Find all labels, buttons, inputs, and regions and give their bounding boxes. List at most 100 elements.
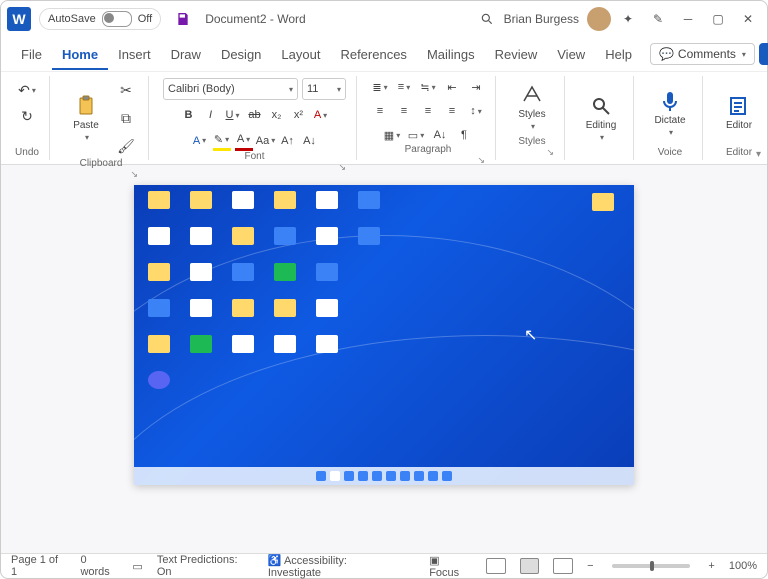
account-name[interactable]: Brian Burgess bbox=[504, 12, 579, 26]
comments-label: Comments bbox=[678, 47, 736, 61]
superscript-button[interactable]: x² bbox=[290, 106, 308, 124]
copy-button[interactable]: ⧉ bbox=[114, 106, 138, 130]
borders-button[interactable]: ▭▾ bbox=[407, 126, 425, 144]
zoom-in-button[interactable]: + bbox=[708, 560, 714, 572]
dictate-button[interactable]: Dictate▾ bbox=[648, 85, 692, 141]
dictionary-icon[interactable]: ▭ bbox=[132, 560, 142, 573]
group-label-paragraph: Paragraph bbox=[405, 144, 452, 155]
diamond-icon[interactable]: ✦ bbox=[615, 6, 641, 32]
tab-home[interactable]: Home bbox=[52, 41, 108, 70]
multilevel-button[interactable]: ≒▾ bbox=[419, 78, 437, 96]
desktop-icon-right bbox=[592, 193, 614, 211]
close-icon[interactable]: ✕ bbox=[735, 6, 761, 32]
document-canvas[interactable]: ↖ bbox=[1, 165, 767, 553]
format-painter-button[interactable]: 🖌 bbox=[114, 134, 138, 158]
focus-mode-button[interactable]: ▣ Focus bbox=[429, 554, 472, 579]
decrease-indent-button[interactable]: ⇤ bbox=[443, 78, 461, 96]
tab-layout[interactable]: Layout bbox=[271, 41, 330, 68]
highlight-button[interactable]: ✎▾ bbox=[213, 130, 231, 151]
comments-button[interactable]: 💬 Comments ▾ bbox=[650, 43, 755, 65]
font-size-select[interactable]: 11▾ bbox=[302, 78, 346, 100]
change-case-button[interactable]: Aa▾ bbox=[257, 132, 275, 150]
show-marks-button[interactable]: ¶ bbox=[455, 126, 473, 144]
text-effects-button[interactable]: A▾ bbox=[312, 106, 330, 124]
share-button[interactable]: ⇪ Share bbox=[759, 43, 768, 65]
bold-button[interactable]: B bbox=[180, 106, 198, 124]
bullets-button[interactable]: ≣▾ bbox=[371, 78, 389, 96]
group-label-clipboard: Clipboard bbox=[80, 158, 123, 169]
zoom-slider[interactable] bbox=[612, 564, 691, 568]
editing-button[interactable]: Editing▾ bbox=[579, 90, 623, 146]
grow-font-button[interactable]: A↑ bbox=[279, 132, 297, 150]
word-logo-icon: W bbox=[7, 7, 31, 31]
autosave-toggle[interactable]: AutoSave Off bbox=[39, 8, 161, 30]
page-indicator[interactable]: Page 1 of 1 bbox=[11, 554, 66, 578]
tab-design[interactable]: Design bbox=[211, 41, 271, 68]
align-right-button[interactable]: ≡ bbox=[419, 102, 437, 120]
group-font: Calibri (Body)▾ 11▾ B I U▾ ab x₂ x² A▾ A… bbox=[157, 76, 357, 160]
search-icon[interactable] bbox=[474, 6, 500, 32]
ribbon-collapse-icon[interactable]: ▾ bbox=[756, 149, 761, 160]
tab-view[interactable]: View bbox=[547, 41, 595, 68]
redo-button[interactable]: ↻ bbox=[15, 104, 39, 128]
paste-button[interactable]: Paste ▾ bbox=[64, 90, 108, 146]
word-count[interactable]: 0 words bbox=[80, 554, 118, 578]
increase-indent-button[interactable]: ⇥ bbox=[467, 78, 485, 96]
sort-button[interactable]: A↓ bbox=[431, 126, 449, 144]
group-label-voice: Voice bbox=[658, 147, 682, 158]
tab-file[interactable]: File bbox=[11, 41, 52, 68]
dictate-label: Dictate bbox=[654, 115, 685, 126]
text-predictions[interactable]: Text Predictions: On bbox=[157, 554, 254, 578]
clipboard-launcher-icon[interactable]: ↘ bbox=[130, 169, 138, 180]
minimize-icon[interactable]: ─ bbox=[675, 6, 701, 32]
ribbon-tabs: FileHomeInsertDrawDesignLayoutReferences… bbox=[1, 37, 767, 72]
word-window: W AutoSave Off Document2 - Word Brian Bu… bbox=[0, 0, 768, 579]
inserted-screenshot[interactable]: ↖ bbox=[134, 185, 634, 485]
font-name-select[interactable]: Calibri (Body)▾ bbox=[163, 78, 298, 100]
strikethrough-button[interactable]: ab bbox=[246, 106, 264, 124]
save-icon[interactable] bbox=[173, 9, 193, 29]
ribbon: ↶▾ ↻ Undo Paste ▾ ✂ ⧉ 🖌 Clipboard ↘ bbox=[1, 72, 767, 165]
toggle-icon bbox=[102, 11, 132, 27]
numbering-button[interactable]: ≡▾ bbox=[395, 78, 413, 96]
editor-label: Editor bbox=[726, 120, 752, 131]
tab-references[interactable]: References bbox=[330, 41, 416, 68]
italic-button[interactable]: I bbox=[202, 106, 220, 124]
zoom-level[interactable]: 100% bbox=[729, 560, 757, 572]
editor-button[interactable]: Editor bbox=[717, 85, 761, 141]
tab-review[interactable]: Review bbox=[485, 41, 548, 68]
paragraph-launcher-icon[interactable]: ↘ bbox=[477, 155, 485, 166]
shrink-font-button[interactable]: A↓ bbox=[301, 132, 319, 150]
justify-button[interactable]: ≡ bbox=[443, 102, 461, 120]
styles-launcher-icon[interactable]: ↘ bbox=[546, 147, 554, 158]
accessibility-status[interactable]: ♿ Accessibility: Investigate bbox=[268, 554, 401, 579]
read-mode-icon[interactable] bbox=[486, 558, 506, 574]
autosave-label: AutoSave bbox=[48, 13, 96, 25]
pen-mode-icon[interactable]: ✎ bbox=[645, 6, 671, 32]
styles-button[interactable]: Styles▾ bbox=[510, 79, 554, 135]
group-paragraph: ≣▾ ≡▾ ≒▾ ⇤ ⇥ ≡ ≡ ≡ ≡ ↕▾ ▦▾ ▭▾ A↓ ¶ bbox=[365, 76, 496, 160]
cut-button[interactable]: ✂ bbox=[114, 78, 138, 102]
font-color-button[interactable]: A▾ bbox=[235, 130, 253, 151]
shading-button[interactable]: ▦▾ bbox=[383, 126, 401, 144]
font-launcher-icon[interactable]: ↘ bbox=[338, 162, 346, 173]
align-left-button[interactable]: ≡ bbox=[371, 102, 389, 120]
tab-draw[interactable]: Draw bbox=[161, 41, 211, 68]
align-center-button[interactable]: ≡ bbox=[395, 102, 413, 120]
group-label-editor: Editor bbox=[726, 147, 752, 158]
zoom-out-button[interactable]: − bbox=[587, 560, 593, 572]
group-label-font: Font bbox=[244, 151, 264, 162]
line-spacing-button[interactable]: ↕▾ bbox=[467, 102, 485, 120]
avatar-icon[interactable] bbox=[587, 7, 611, 31]
tab-help[interactable]: Help bbox=[595, 41, 642, 68]
tab-mailings[interactable]: Mailings bbox=[417, 41, 485, 68]
print-layout-icon[interactable] bbox=[520, 558, 540, 574]
underline-button[interactable]: U▾ bbox=[224, 106, 242, 124]
maximize-icon[interactable]: ▢ bbox=[705, 6, 731, 32]
web-layout-icon[interactable] bbox=[553, 558, 573, 574]
text-fill-button[interactable]: A▾ bbox=[191, 132, 209, 150]
tab-insert[interactable]: Insert bbox=[108, 41, 161, 68]
undo-button[interactable]: ↶▾ bbox=[15, 78, 39, 102]
group-label-styles: Styles bbox=[518, 136, 545, 147]
subscript-button[interactable]: x₂ bbox=[268, 106, 286, 124]
